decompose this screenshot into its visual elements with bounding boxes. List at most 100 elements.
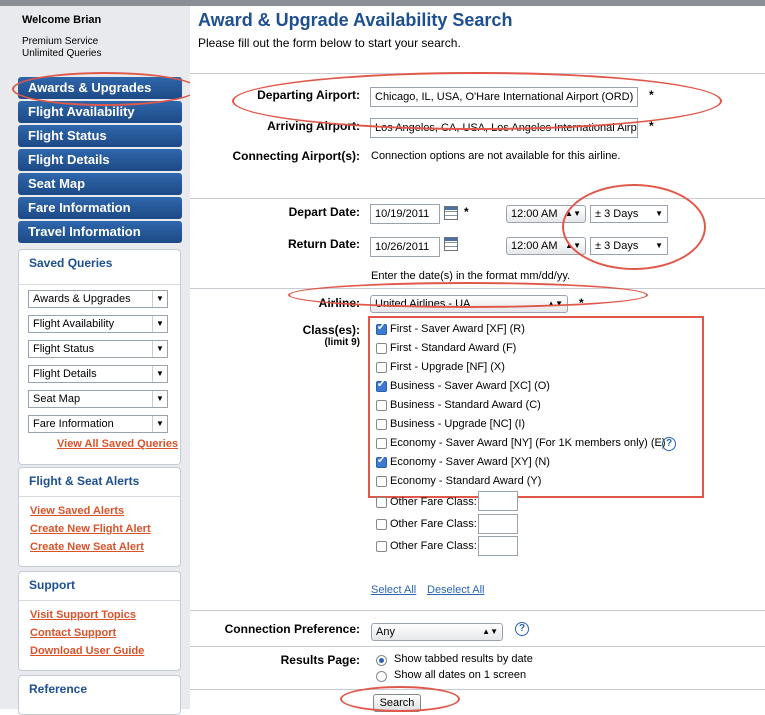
connection-preference-select[interactable]: Any ▲▼ bbox=[371, 623, 503, 641]
view-saved-alerts-link[interactable]: View Saved Alerts bbox=[30, 505, 124, 517]
search-button[interactable]: Search bbox=[373, 694, 421, 712]
page-intro: Please fill out the form below to start … bbox=[198, 36, 461, 50]
select-value: Flight Details bbox=[33, 368, 97, 380]
support-panel: Support Visit Support Topics Contact Sup… bbox=[18, 571, 181, 671]
class-checkbox[interactable] bbox=[376, 322, 387, 335]
depart-date-input[interactable]: 10/19/2011 bbox=[370, 204, 440, 224]
welcome-text: Welcome Brian bbox=[22, 14, 102, 26]
class-label: First - Saver Award [XF] (R) bbox=[390, 323, 525, 335]
nav-flight-availability[interactable]: Flight Availability bbox=[18, 101, 182, 123]
nav-seat-map[interactable]: Seat Map bbox=[18, 173, 182, 195]
nav-fare-information[interactable]: Fare Information bbox=[18, 197, 182, 219]
other-fare-checkbox[interactable] bbox=[376, 497, 387, 508]
select-value: Any bbox=[376, 626, 395, 638]
results-tabbed-radio[interactable] bbox=[376, 655, 387, 666]
return-date-input[interactable]: 10/26/2011 bbox=[370, 237, 440, 257]
alerts-title: Flight & Seat Alerts bbox=[29, 474, 140, 488]
divider bbox=[190, 689, 765, 690]
select-all-link[interactable]: Select All bbox=[371, 584, 416, 596]
required-mark: * bbox=[464, 205, 469, 219]
other-fare-input[interactable] bbox=[478, 491, 518, 511]
calendar-icon[interactable] bbox=[444, 237, 458, 251]
other-fare-label: Other Fare Class: bbox=[390, 540, 477, 552]
class-checkbox[interactable] bbox=[376, 379, 387, 392]
connecting-label: Connecting Airport(s): bbox=[232, 149, 360, 163]
help-icon[interactable]: ? bbox=[515, 622, 529, 636]
create-flight-alert-link[interactable]: Create New Flight Alert bbox=[30, 523, 151, 535]
other-fare-checkbox[interactable] bbox=[376, 541, 387, 552]
airline-select[interactable]: United Airlines - UA ▲▼ bbox=[370, 295, 568, 313]
deselect-all-link[interactable]: Deselect All bbox=[427, 584, 484, 596]
service-info: Premium Service Unlimited Queries bbox=[22, 36, 101, 60]
select-value: ± 3 Days bbox=[595, 208, 639, 220]
select-value: 12:00 AM bbox=[511, 240, 558, 252]
required-mark: * bbox=[649, 88, 654, 102]
class-checkbox[interactable] bbox=[376, 362, 387, 373]
nav-travel-information[interactable]: Travel Information bbox=[18, 221, 182, 243]
other-fare-checkbox[interactable] bbox=[376, 519, 387, 530]
view-all-saved-queries-link[interactable]: View All Saved Queries bbox=[57, 438, 178, 450]
user-guide-link[interactable]: Download User Guide bbox=[30, 645, 144, 657]
class-label: Business - Saver Award [XC] (O) bbox=[390, 380, 550, 392]
class-checkbox[interactable] bbox=[376, 476, 387, 487]
saved-query-select[interactable]: Awards & Upgrades ▼ bbox=[28, 290, 168, 308]
saved-query-select[interactable]: Seat Map ▼ bbox=[28, 390, 168, 408]
select-value: ± 3 Days bbox=[595, 240, 639, 252]
class-checkbox[interactable] bbox=[376, 455, 387, 468]
highlight-oval bbox=[562, 184, 706, 270]
required-mark: * bbox=[649, 119, 654, 133]
select-value: Flight Availability bbox=[33, 318, 115, 330]
class-label: First - Standard Award (F) bbox=[390, 342, 517, 354]
support-topics-link[interactable]: Visit Support Topics bbox=[30, 609, 136, 621]
classes-limit: (limit 9) bbox=[324, 337, 360, 348]
saved-query-select[interactable]: Flight Availability ▼ bbox=[28, 315, 168, 333]
divider bbox=[19, 600, 180, 601]
select-value: 12:00 AM bbox=[511, 208, 558, 220]
contact-support-link[interactable]: Contact Support bbox=[30, 627, 116, 639]
updown-arrow-icon: ▲▼ bbox=[547, 299, 563, 308]
saved-query-select[interactable]: Flight Details ▼ bbox=[28, 365, 168, 383]
results-page-label: Results Page: bbox=[280, 653, 360, 667]
reference-panel: Reference bbox=[18, 675, 181, 715]
required-mark: * bbox=[579, 296, 584, 310]
saved-queries-panel: Saved Queries Awards & Upgrades ▼ Flight … bbox=[18, 249, 181, 465]
main-content: Award & Upgrade Availability Search Plea… bbox=[190, 6, 765, 712]
departing-airport-input[interactable]: Chicago, IL, USA, O'Hare International A… bbox=[370, 87, 638, 107]
other-fare-input[interactable] bbox=[478, 536, 518, 556]
other-fare-input[interactable] bbox=[478, 514, 518, 534]
other-fare-label: Other Fare Class: bbox=[390, 496, 477, 508]
saved-query-select[interactable]: Flight Status ▼ bbox=[28, 340, 168, 358]
divider bbox=[190, 73, 765, 74]
class-label: Economy - Saver Award [XY] (N) bbox=[390, 456, 550, 468]
depart-time-select[interactable]: 12:00 AM ▲▼ bbox=[506, 205, 586, 223]
calendar-icon[interactable] bbox=[444, 206, 458, 220]
arriving-airport-input[interactable]: Los Angeles, CA, USA, Los Angeles Intern… bbox=[370, 118, 638, 138]
alerts-panel: Flight & Seat Alerts View Saved Alerts C… bbox=[18, 467, 181, 567]
other-fare-label: Other Fare Class: bbox=[390, 518, 477, 530]
select-value: Awards & Upgrades bbox=[33, 293, 131, 305]
nav-flight-status[interactable]: Flight Status bbox=[18, 125, 182, 147]
class-checkbox[interactable] bbox=[376, 438, 387, 449]
page-title: Award & Upgrade Availability Search bbox=[198, 10, 513, 30]
class-checkbox[interactable] bbox=[376, 343, 387, 354]
service-level: Premium Service bbox=[22, 36, 99, 47]
divider bbox=[19, 284, 180, 285]
nav-flight-details[interactable]: Flight Details bbox=[18, 149, 182, 171]
divider bbox=[190, 646, 765, 647]
class-checkbox[interactable] bbox=[376, 400, 387, 411]
return-time-select[interactable]: 12:00 AM ▲▼ bbox=[506, 237, 586, 255]
sidebar: Welcome Brian Premium Service Unlimited … bbox=[0, 6, 198, 715]
create-seat-alert-link[interactable]: Create New Seat Alert bbox=[30, 541, 144, 553]
results-all-radio[interactable] bbox=[376, 671, 387, 682]
depart-range-select[interactable]: ± 3 Days ▼ bbox=[590, 205, 668, 223]
return-range-select[interactable]: ± 3 Days ▼ bbox=[590, 237, 668, 255]
divider bbox=[19, 496, 180, 497]
select-value: Fare Information bbox=[33, 418, 114, 430]
updown-arrow-icon: ▲▼ bbox=[565, 209, 581, 218]
help-icon[interactable]: ? bbox=[662, 437, 676, 451]
query-limit: Unlimited Queries bbox=[22, 48, 102, 59]
dropdown-arrow-icon: ▼ bbox=[152, 291, 167, 307]
nav-awards-upgrades[interactable]: Awards & Upgrades bbox=[18, 77, 182, 99]
saved-query-select[interactable]: Fare Information ▼ bbox=[28, 415, 168, 433]
class-checkbox[interactable] bbox=[376, 419, 387, 430]
